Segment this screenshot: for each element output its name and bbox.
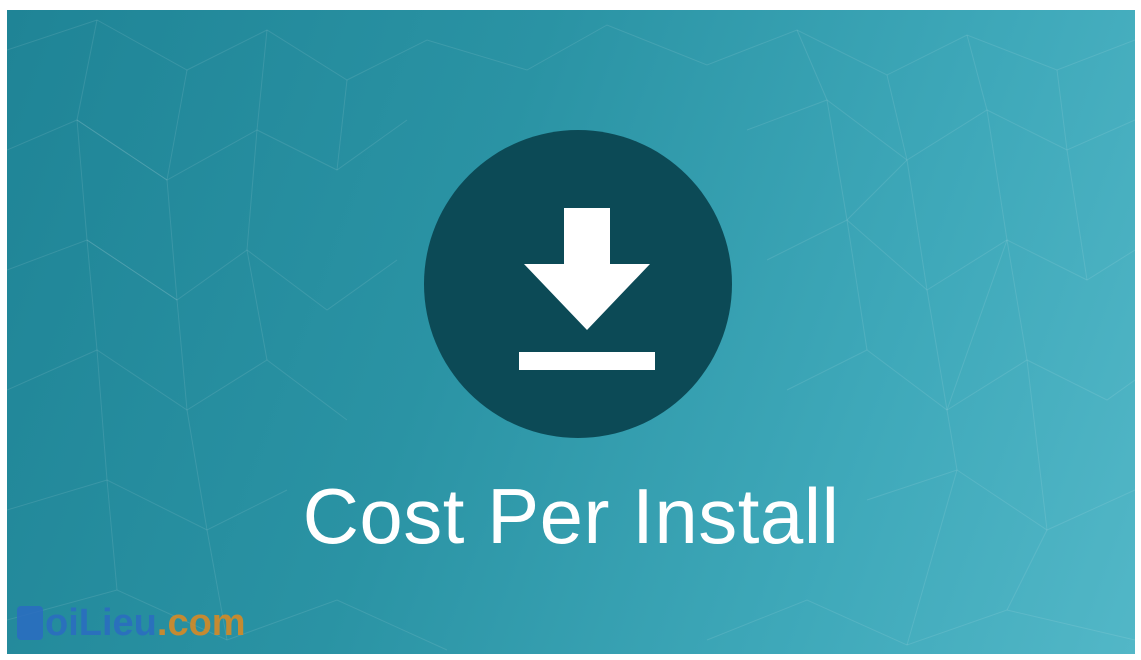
watermark-mark-icon — [17, 606, 43, 640]
image-frame: Cost Per Install oiLieu.com — [0, 0, 1141, 660]
watermark-text-domain: .com — [156, 602, 246, 644]
download-icon — [519, 208, 655, 370]
headline: Cost Per Install — [302, 472, 840, 560]
download-icon-circle — [424, 130, 732, 438]
watermark-logo: oiLieu.com — [17, 598, 246, 654]
watermark-text-primary: oiLieu — [45, 602, 157, 644]
banner: Cost Per Install oiLieu.com — [7, 10, 1135, 654]
